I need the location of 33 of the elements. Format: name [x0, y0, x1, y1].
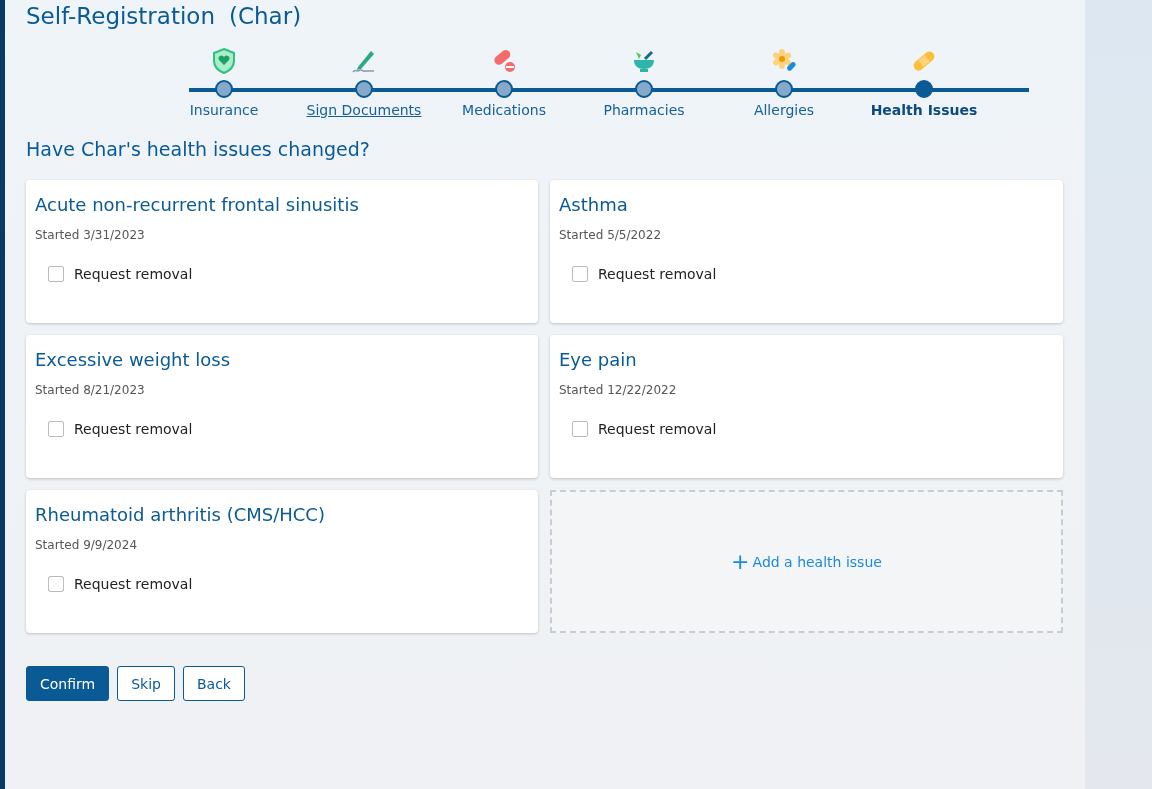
checkbox[interactable]: [572, 266, 588, 282]
start-date: Started 9/9/2024: [35, 538, 139, 552]
step-link[interactable]: Insurance: [189, 102, 259, 118]
patient-name: (Char): [229, 3, 302, 29]
issue-name: Excessive weight loss: [35, 349, 232, 370]
issue-name: Rheumatoid arthritis (CMS/HCC): [35, 504, 326, 525]
issue-name: Acute non-recurrent frontal sinusitis: [35, 194, 360, 215]
step-link[interactable]: Sign Documents: [306, 102, 422, 118]
shield-icon: [210, 47, 238, 75]
start-date: Started 5/5/2022: [559, 228, 663, 242]
issue-name: Asthma: [559, 194, 629, 215]
checkbox[interactable]: [572, 421, 588, 437]
step-link[interactable]: Health Issues: [870, 102, 978, 118]
checkbox[interactable]: [48, 576, 64, 592]
checkbox[interactable]: [48, 421, 64, 437]
secondary-button[interactable]: Back: [182, 666, 245, 701]
secondary-button[interactable]: Skip: [117, 666, 175, 701]
checkbox-label: Request removal: [598, 266, 717, 282]
start-date: Started 12/22/2022: [559, 383, 678, 397]
step-link[interactable]: Medications: [462, 102, 546, 118]
step-link[interactable]: Allergies: [753, 102, 815, 118]
checkbox-label: Request removal: [74, 266, 193, 282]
step-link[interactable]: Pharmacies: [603, 102, 685, 118]
checkbox-label: Request removal: [74, 421, 193, 437]
checkbox-label: Request removal: [598, 421, 717, 437]
start-date: Started 3/31/2023: [35, 228, 146, 242]
checkbox-label: Request removal: [74, 576, 193, 592]
page-title: Self-Registration: [26, 3, 215, 29]
question-heading: Have Char's health issues changed?: [26, 138, 371, 160]
start-date: Started 8/21/2023: [35, 383, 146, 397]
confirm-button[interactable]: Confirm: [26, 666, 110, 701]
issue-name: Eye pain: [559, 349, 638, 370]
checkbox[interactable]: [48, 266, 64, 282]
